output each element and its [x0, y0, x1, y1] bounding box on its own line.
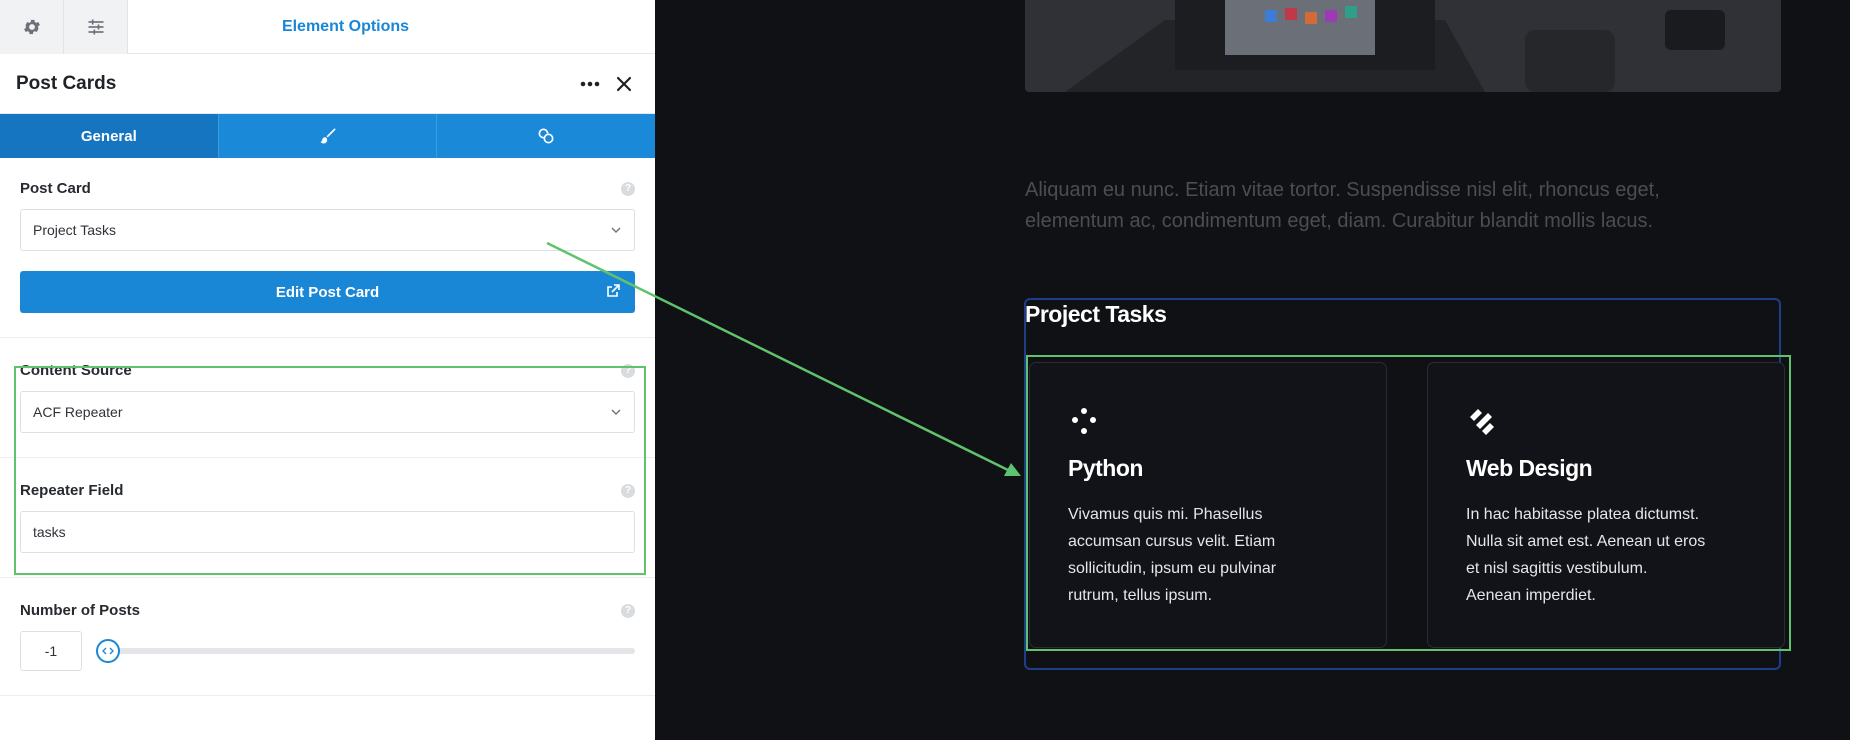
post-card-section: Post Card ? Project Tasks Edit Post Card — [0, 158, 655, 313]
element-options-title: Element Options — [281, 17, 410, 35]
page-canvas: Aliquam eu nunc. Etiam vitae tortor. Sus… — [655, 0, 1850, 740]
post-card-value: Project Tasks — [33, 222, 116, 238]
number-of-posts-input[interactable]: -1 — [20, 631, 82, 671]
content-source-select[interactable]: ACF Repeater — [20, 391, 635, 433]
tab-style[interactable] — [219, 114, 438, 158]
lead-paragraph: Aliquam eu nunc. Etiam vitae tortor. Sus… — [1025, 179, 1660, 232]
help-icon[interactable]: ? — [621, 363, 635, 378]
panel-tabs: General — [0, 114, 655, 158]
content-source-label: Content Source — [20, 362, 132, 379]
post-card-select[interactable]: Project Tasks — [20, 209, 635, 251]
settings-button[interactable] — [0, 0, 64, 54]
edit-post-card-button[interactable]: Edit Post Card — [20, 271, 635, 313]
content-source-section: Content Source ? ACF Repeater — [0, 338, 655, 433]
edit-post-card-label: Edit Post Card — [275, 283, 380, 301]
number-of-posts-value: -1 — [44, 643, 58, 659]
link-icon — [538, 128, 554, 144]
project-tasks-title: Project Tasks — [1025, 301, 1167, 327]
panel-topbar: Element Options — [0, 0, 655, 54]
options-button[interactable] — [64, 0, 128, 54]
panel-header: Post Cards — [0, 54, 655, 114]
content-source-value: ACF Repeater — [33, 404, 123, 420]
post-card-label: Post Card — [20, 180, 91, 197]
number-of-posts-label: Number of Posts — [20, 602, 141, 619]
tab-general[interactable]: General — [0, 114, 219, 158]
more-icon[interactable] — [575, 69, 605, 99]
sliders-icon — [88, 19, 103, 35]
cards-highlight-frame — [1026, 355, 1791, 651]
divider — [0, 695, 655, 696]
help-icon[interactable]: ? — [621, 181, 635, 196]
repeater-field-section: Repeater Field ? tasks — [0, 458, 655, 553]
repeater-field-label: Repeater Field — [20, 482, 124, 499]
number-of-posts-section: Number of Posts ? -1 — [0, 578, 655, 671]
chevron-down-icon — [611, 227, 621, 233]
close-icon[interactable] — [609, 69, 639, 99]
repeater-field-value: tasks — [33, 524, 66, 540]
panel-title: Post Cards — [16, 72, 117, 94]
external-link-icon — [607, 284, 620, 297]
number-of-posts-slider[interactable] — [96, 639, 635, 663]
tab-advanced[interactable] — [437, 114, 655, 158]
help-icon[interactable]: ? — [621, 483, 635, 498]
slider-thumb[interactable] — [96, 639, 120, 663]
chevron-down-icon — [611, 409, 621, 415]
brush-icon — [320, 128, 335, 144]
element-options-panel: Element Options Post Cards General Post … — [0, 0, 655, 740]
gear-icon — [23, 19, 40, 35]
hero-image — [1025, 0, 1781, 92]
repeater-field-input[interactable]: tasks — [20, 511, 635, 553]
help-icon[interactable]: ? — [621, 603, 635, 618]
